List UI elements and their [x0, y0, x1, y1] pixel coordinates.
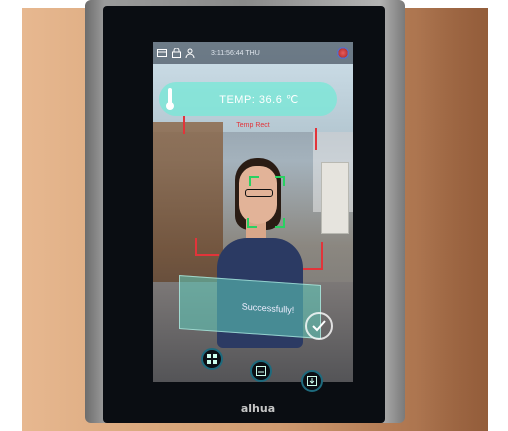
temperature-banner: TEMP: 36.6 ℃: [159, 82, 337, 116]
status-bar: 3:11:56:44 THU: [153, 42, 353, 64]
card-button[interactable]: [250, 360, 272, 382]
person-glasses: [245, 189, 273, 197]
check-circle-icon: [305, 312, 333, 340]
grid-button[interactable]: [201, 348, 223, 370]
temp-rect-corner-tl: [183, 116, 185, 134]
wall-shadow: [418, 8, 488, 431]
temp-rect-label: Temp Rect: [236, 122, 270, 129]
temp-rect-corner-bl: [195, 238, 219, 256]
recognition-success-card: Successfully!: [179, 275, 321, 339]
background-door: [321, 162, 349, 234]
download-button[interactable]: [301, 370, 323, 392]
thermometer-icon: [159, 82, 181, 116]
face-box-corner-bl: [247, 218, 257, 228]
face-box-corner-tl: [249, 176, 259, 186]
card-icon: [256, 366, 266, 376]
person-icon: [185, 48, 195, 58]
face-box-corner-br: [275, 218, 285, 228]
status-datetime: 3:11:56:44 THU: [211, 49, 260, 57]
face-box-corner-tr: [275, 176, 285, 186]
temp-rect-corner-tr: [315, 128, 317, 150]
temperature-reading: TEMP: 36.6 ℃: [219, 93, 299, 106]
lock-icon: [171, 48, 181, 58]
device-screen: 3:11:56:44 THU TEMP: 36.6 ℃ Temp Rect Su…: [153, 42, 353, 382]
download-icon: [307, 376, 317, 386]
card-icon: [157, 48, 167, 58]
app-logo-icon: [337, 47, 349, 59]
temp-rect-corner-br: [301, 242, 323, 270]
device-brand-logo: alhua: [240, 402, 276, 415]
recognition-message: Successfully!: [241, 301, 295, 316]
grid-icon: [207, 354, 217, 364]
